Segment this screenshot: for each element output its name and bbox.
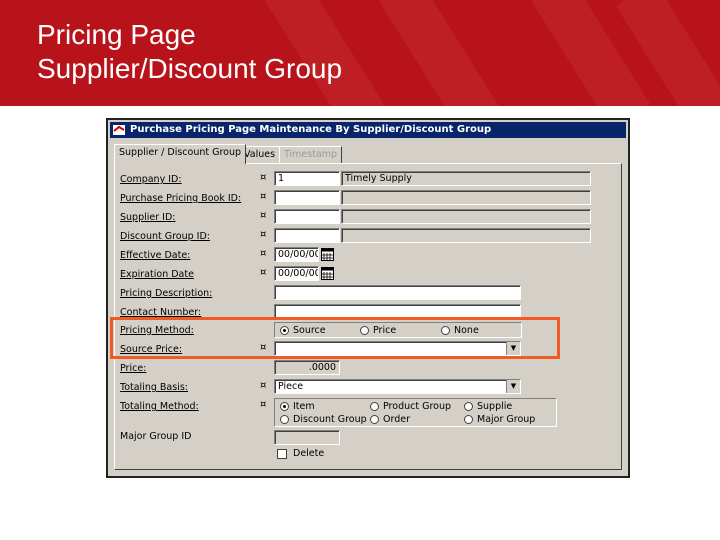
expiration-date-input[interactable]: 00/00/00 <box>274 266 319 281</box>
required-mark: ¤ <box>260 342 267 353</box>
calendar-icon[interactable] <box>321 248 334 261</box>
radio-dot <box>464 402 473 411</box>
dropdown-arrow-icon[interactable]: ▼ <box>506 342 520 355</box>
required-mark: ¤ <box>260 210 267 221</box>
title-banner: Pricing Page Supplier/Discount Group <box>0 0 720 106</box>
radio-label: None <box>454 325 479 336</box>
delete-label: Delete <box>293 448 325 459</box>
effective-date-label: Effective Date: <box>120 250 191 261</box>
radio-dot <box>370 415 379 424</box>
contact-number-input[interactable] <box>274 304 521 319</box>
radio-label: Product Group <box>383 401 452 412</box>
required-mark: ¤ <box>260 191 267 202</box>
radio-label: Major Group <box>477 414 536 425</box>
discount-group-id-input[interactable] <box>274 228 340 243</box>
slide-title-line2: Supplier/Discount Group <box>37 53 343 84</box>
source-price-label: Source Price: <box>120 344 183 355</box>
major-group-id-display <box>274 430 340 445</box>
pricing-method-none-radio[interactable]: None <box>441 325 479 336</box>
required-mark: ¤ <box>260 380 267 391</box>
calendar-icon[interactable] <box>321 267 334 280</box>
required-mark: ¤ <box>260 248 267 259</box>
totaling-method-label: Totaling Method: <box>120 401 199 412</box>
totaling-method-product-group-radio[interactable]: Product Group <box>370 401 451 412</box>
radio-label: Discount Group <box>293 414 367 425</box>
totaling-method-supplier-radio[interactable]: Supplie <box>464 401 512 412</box>
slide-title: Pricing Page Supplier/Discount Group <box>37 18 342 86</box>
radio-dot <box>280 415 289 424</box>
pricing-description-input[interactable] <box>274 285 521 300</box>
app-icon <box>113 125 125 135</box>
dropdown-arrow-icon[interactable]: ▼ <box>506 380 520 393</box>
tab-timestamp: Timestamp <box>279 146 343 163</box>
supplier-desc-display <box>341 209 591 224</box>
pricing-method-label: Pricing Method: <box>120 325 194 336</box>
radio-label: Source <box>293 325 326 336</box>
pricing-book-id-input[interactable] <box>274 190 340 205</box>
contact-number-label: Contact Number: <box>120 307 202 318</box>
discount-group-desc-display <box>341 228 591 243</box>
tab-supplier-discount-group[interactable]: Supplier / Discount Group <box>114 144 247 164</box>
supplier-id-label: Supplier ID: <box>120 212 176 223</box>
slide-title-line1: Pricing Page <box>37 19 196 50</box>
company-id-label: Company ID: <box>120 174 182 185</box>
totaling-method-major-group-radio[interactable]: Major Group <box>464 414 535 425</box>
totaling-basis-select[interactable]: Piece ▼ <box>274 379 521 394</box>
effective-date-input[interactable]: 00/00/00 <box>274 247 319 262</box>
price-display: .0000 <box>274 360 340 375</box>
discount-group-id-label: Discount Group ID: <box>120 231 210 242</box>
radio-dot <box>360 326 369 335</box>
totaling-basis-label: Totaling Basis: <box>120 382 188 393</box>
radio-label: Item <box>293 401 315 412</box>
delete-checkbox[interactable] <box>277 449 287 459</box>
pricing-method-price-radio[interactable]: Price <box>360 325 396 336</box>
radio-dot <box>441 326 450 335</box>
totaling-method-order-radio[interactable]: Order <box>370 414 410 425</box>
window-title: Purchase Pricing Page Maintenance By Sup… <box>130 124 492 135</box>
pricing-method-source-radio[interactable]: Source <box>280 325 326 336</box>
required-mark: ¤ <box>260 399 267 410</box>
radio-label: Price <box>373 325 397 336</box>
pricing-description-label: Pricing Description: <box>120 288 213 299</box>
radio-label: Order <box>383 414 410 425</box>
source-price-select[interactable]: ▼ <box>274 341 521 356</box>
supplier-id-input[interactable] <box>274 209 340 224</box>
radio-dot <box>370 402 379 411</box>
radio-dot <box>280 402 289 411</box>
major-group-id-label: Major Group ID <box>120 431 192 442</box>
company-name-display: Timely Supply <box>341 171 591 186</box>
radio-dot <box>280 326 289 335</box>
totaling-basis-value: Piece <box>278 381 304 392</box>
expiration-date-label: Expiration Date <box>120 269 194 280</box>
radio-dot <box>464 415 473 424</box>
price-label: Price: <box>120 363 147 374</box>
radio-label: Supplie <box>477 401 513 412</box>
required-mark: ¤ <box>260 229 267 240</box>
totaling-method-item-radio[interactable]: Item <box>280 401 315 412</box>
required-mark: ¤ <box>260 172 267 183</box>
totaling-method-discount-group-radio[interactable]: Discount Group <box>280 414 367 425</box>
pricing-book-desc-display <box>341 190 591 205</box>
pricing-book-id-label: Purchase Pricing Book ID: <box>120 193 242 204</box>
required-mark: ¤ <box>260 267 267 278</box>
window-titlebar: Purchase Pricing Page Maintenance By Sup… <box>110 122 626 138</box>
company-id-input[interactable]: 1 <box>274 171 340 186</box>
pricing-window: Purchase Pricing Page Maintenance By Sup… <box>106 118 630 478</box>
